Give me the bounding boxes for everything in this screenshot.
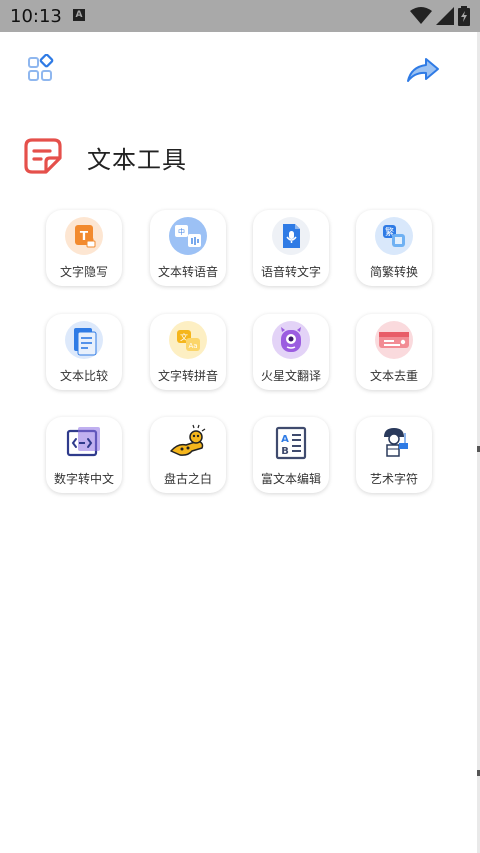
main-panel: 文本工具 T 文字隐写 中 文本转语音 语音转文字 繁 简繁转换 文本比较 文 … xyxy=(0,32,477,853)
simplified-traditional-icon: 繁 xyxy=(375,217,413,255)
share-icon[interactable] xyxy=(406,56,440,84)
status-time: 10:13 xyxy=(10,6,62,27)
tool-pangu-spacing[interactable]: 盘古之白 xyxy=(150,417,226,493)
tool-grid: T 文字隐写 中 文本转语音 语音转文字 繁 简繁转换 文本比较 文 Aa 文字… xyxy=(46,210,436,500)
tool-label: 数字转中文 xyxy=(53,472,114,486)
tool-label: 盘古之白 xyxy=(163,472,212,486)
svg-text:A: A xyxy=(281,434,289,445)
tool-label: 文字隐写 xyxy=(59,265,108,279)
battery-icon xyxy=(458,6,470,26)
text-to-pinyin-icon: 文 Aa xyxy=(169,321,207,359)
notification-icon: A xyxy=(73,9,85,21)
text-steganography-icon: T xyxy=(65,217,103,255)
tool-label: 语音转文字 xyxy=(260,265,321,279)
wifi-icon xyxy=(410,7,432,24)
tool-label: 富文本编辑 xyxy=(260,472,321,486)
svg-text:B: B xyxy=(281,446,289,457)
status-bar: 10:13 A xyxy=(0,0,480,32)
tool-text-to-speech[interactable]: 中 文本转语音 xyxy=(150,210,226,286)
document-icon xyxy=(24,138,62,174)
tool-number-to-chinese[interactable]: 数字转中文 xyxy=(46,417,122,493)
martian-icon xyxy=(272,321,310,359)
tool-label: 文本比较 xyxy=(59,369,108,383)
tool-label: 文本转语音 xyxy=(157,265,218,279)
tool-label: 艺术字符 xyxy=(369,472,418,486)
tool-text-steganography[interactable]: T 文字隐写 xyxy=(46,210,122,286)
tool-text-to-pinyin[interactable]: 文 Aa 文字转拼音 xyxy=(150,314,226,390)
pangu-icon xyxy=(170,424,206,456)
rich-text-icon: A B xyxy=(275,426,307,460)
number-to-chinese-icon xyxy=(66,427,100,457)
svg-text:中: 中 xyxy=(178,227,185,236)
page-title: 文本工具 xyxy=(87,146,187,174)
tool-label: 简繁转换 xyxy=(369,265,418,279)
text-dedupe-icon xyxy=(375,321,413,359)
tool-rich-text-editor[interactable]: A B 富文本编辑 xyxy=(253,417,329,493)
signal-icon xyxy=(436,7,454,25)
tool-text-compare[interactable]: 文本比较 xyxy=(46,314,122,390)
tool-simplified-traditional[interactable]: 繁 简繁转换 xyxy=(356,210,432,286)
tool-speech-to-text[interactable]: 语音转文字 xyxy=(253,210,329,286)
speech-to-text-icon xyxy=(272,217,310,255)
tool-label: 火星文翻译 xyxy=(260,369,321,383)
app-grid-icon[interactable] xyxy=(26,54,56,84)
tool-martian-translate[interactable]: 火星文翻译 xyxy=(253,314,329,390)
tool-ascii-art[interactable]: 艺术字符 xyxy=(356,417,432,493)
svg-text:Aa: Aa xyxy=(188,342,197,350)
tool-text-dedupe[interactable]: 文本去重 xyxy=(356,314,432,390)
tool-label: 文字转拼音 xyxy=(157,369,218,383)
ascii-art-icon xyxy=(384,428,408,457)
text-compare-icon xyxy=(65,321,103,359)
tool-label: 文本去重 xyxy=(369,369,418,383)
text-to-speech-icon: 中 xyxy=(169,217,207,255)
